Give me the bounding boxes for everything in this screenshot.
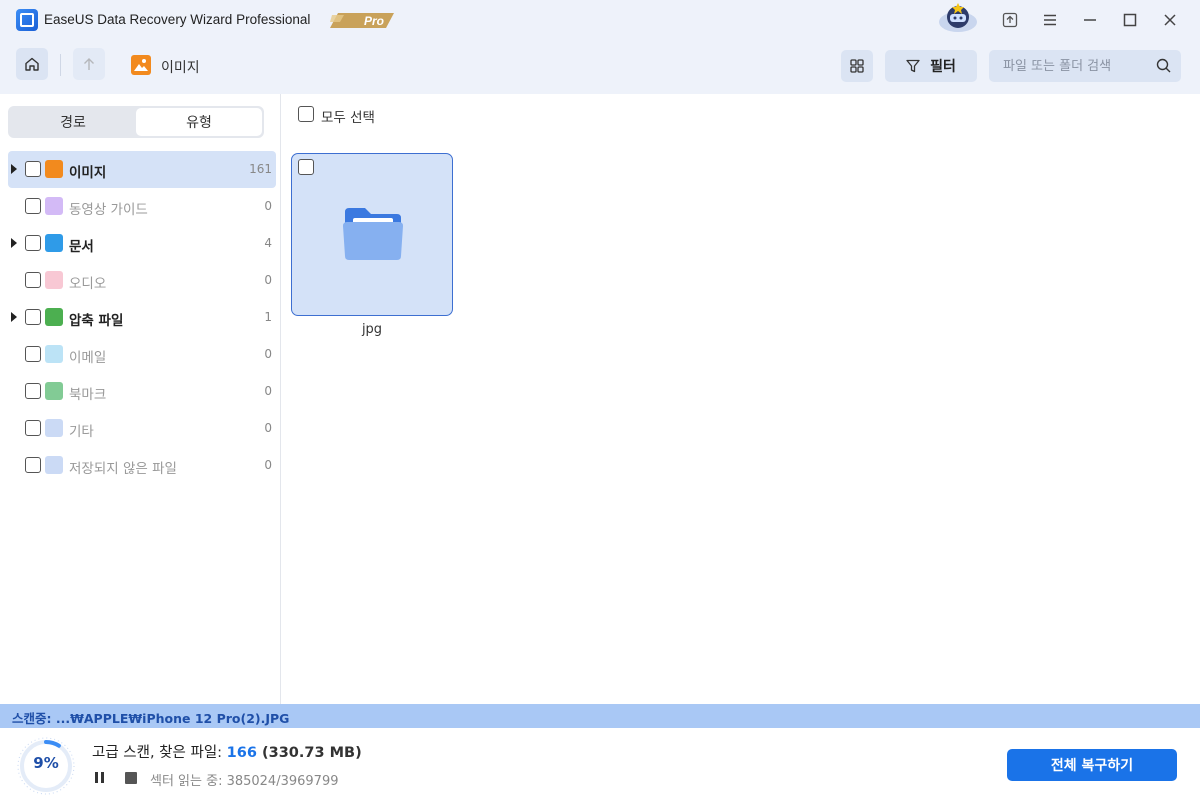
tree-item[interactable]: 동영상 가이드 0 <box>8 188 276 225</box>
tree-item-checkbox[interactable] <box>25 235 41 251</box>
recover-all-button[interactable]: 전체 복구하기 <box>1007 749 1177 781</box>
tree-item-count: 161 <box>249 162 272 176</box>
found-size: (330.73 MB) <box>256 745 362 761</box>
search-input[interactable] <box>989 50 1149 82</box>
unsaved-file-icon <box>45 456 63 474</box>
select-all-checkbox[interactable] <box>298 106 314 122</box>
tree-item-label: 오디오 <box>69 276 107 292</box>
tree-item-checkbox[interactable] <box>25 420 41 436</box>
assistant-robot-icon[interactable] <box>936 2 980 36</box>
tree-item[interactable]: 북마크 0 <box>8 373 276 410</box>
tree-item[interactable]: 압축 파일 1 <box>8 299 276 336</box>
bottom-status-bar: 9% 고급 스캔, 찾은 파일: 166 (330.73 MB) 섹터 읽는 중… <box>0 728 1200 797</box>
tree-item-checkbox[interactable] <box>25 457 41 473</box>
folder-icon <box>343 208 403 260</box>
tab-type[interactable]: 유형 <box>136 108 262 136</box>
home-icon <box>25 57 39 71</box>
tree-item-checkbox[interactable] <box>25 198 41 214</box>
tree-item[interactable]: 이메일 0 <box>8 336 276 373</box>
scan-status: 고급 스캔, 찾은 파일: 166 (330.73 MB) <box>92 741 362 762</box>
tree-item-count: 0 <box>264 421 272 435</box>
tree-item-label: 이미지 <box>69 165 107 181</box>
filter-icon <box>906 59 920 73</box>
tree-item-count: 0 <box>264 273 272 287</box>
audio-icon <box>45 271 63 289</box>
sector-progress: 섹터 읽는 중: 385024/3969799 <box>150 774 339 789</box>
view-mode-tabs: 경로 유형 <box>8 106 264 138</box>
tree-item-count: 4 <box>264 236 272 250</box>
tree-item[interactable]: 오디오 0 <box>8 262 276 299</box>
folder-tile[interactable] <box>291 153 453 316</box>
tree-item-checkbox[interactable] <box>25 272 41 288</box>
file-type-tree: 이미지 161 동영상 가이드 0 문서 4 오디오 0 압축 파일 1 이메일 0 북마크 0 기타 0 저장… <box>8 151 276 484</box>
up-button[interactable] <box>73 48 105 80</box>
filter-label: 필터 <box>930 59 956 75</box>
expand-arrow-icon[interactable] <box>11 238 17 248</box>
tree-item[interactable]: 이미지 161 <box>8 151 276 188</box>
tree-item-checkbox[interactable] <box>25 161 41 177</box>
upload-icon[interactable] <box>998 8 1022 32</box>
minimize-icon[interactable] <box>1078 8 1102 32</box>
pro-badge-label: Pro <box>364 14 384 28</box>
toolbar: 이미지 필터 <box>0 40 1200 94</box>
document-icon <box>45 234 63 252</box>
email-icon <box>45 345 63 363</box>
file-view: 모두 선택 jpg <box>282 94 1200 704</box>
folder-name[interactable]: jpg <box>291 322 453 337</box>
tree-item-label: 이메일 <box>69 350 107 366</box>
maximize-icon[interactable] <box>1118 8 1142 32</box>
home-button[interactable] <box>16 48 48 80</box>
left-panel: 경로 유형 이미지 161 동영상 가이드 0 문서 4 오디오 0 압축 파일 1 이메일 0 북마크… <box>0 94 281 704</box>
scan-path-bar: 스캔중: ...₩APPLE₩iPhone 12 Pro(2).JPG <box>0 704 1200 728</box>
pro-badge: Pro <box>330 11 394 29</box>
tree-item-count: 0 <box>264 347 272 361</box>
tree-item-label: 기타 <box>69 424 94 440</box>
expand-arrow-icon[interactable] <box>11 164 17 174</box>
tree-item-label: 동영상 가이드 <box>69 202 148 218</box>
tree-item-label: 문서 <box>69 239 94 255</box>
select-all-label[interactable]: 모두 선택 <box>321 106 375 126</box>
tree-item-count: 1 <box>264 310 272 324</box>
arrow-up-icon <box>84 58 94 70</box>
tree-item-checkbox[interactable] <box>25 346 41 362</box>
tree-item-count: 0 <box>264 199 272 213</box>
grid-view-button[interactable] <box>841 50 873 82</box>
other-icon <box>45 419 63 437</box>
tree-item-label: 압축 파일 <box>69 313 124 329</box>
pause-button[interactable] <box>95 772 109 784</box>
breadcrumb-label[interactable]: 이미지 <box>161 57 200 77</box>
tree-item-count: 0 <box>264 384 272 398</box>
tab-path[interactable]: 경로 <box>10 108 136 136</box>
app-logo-icon <box>16 9 38 31</box>
filter-button[interactable]: 필터 <box>885 50 977 82</box>
menu-icon[interactable] <box>1038 8 1062 32</box>
video-icon <box>45 197 63 215</box>
tree-item-label: 북마크 <box>69 387 107 403</box>
grid-icon <box>850 59 864 73</box>
image-icon <box>131 55 151 75</box>
archive-icon <box>45 308 63 326</box>
tree-item[interactable]: 문서 4 <box>8 225 276 262</box>
app-title: EaseUS Data Recovery Wizard Professional <box>44 12 311 27</box>
tree-item[interactable]: 저장되지 않은 파일 0 <box>8 447 276 484</box>
bookmark-icon <box>45 382 63 400</box>
stop-button[interactable] <box>125 772 137 784</box>
title-bar: EaseUS Data Recovery Wizard Professional… <box>0 0 1200 40</box>
tree-item-count: 0 <box>264 458 272 472</box>
scan-current-path: 스캔중: ...₩APPLE₩iPhone 12 Pro(2).JPG <box>12 711 290 726</box>
tree-item[interactable]: 기타 0 <box>8 410 276 447</box>
scan-status-prefix: 고급 스캔, 찾은 파일: <box>92 745 227 761</box>
found-count: 166 <box>226 745 257 761</box>
close-icon[interactable] <box>1158 8 1182 32</box>
toolbar-divider <box>60 54 61 76</box>
search-icon[interactable] <box>1156 58 1171 73</box>
tree-item-label: 저장되지 않은 파일 <box>69 461 177 477</box>
expand-arrow-icon[interactable] <box>11 312 17 322</box>
folder-checkbox[interactable] <box>298 159 314 175</box>
image-icon <box>45 160 63 178</box>
search-box <box>989 50 1181 82</box>
scan-percent: 9% <box>33 754 59 772</box>
tree-item-checkbox[interactable] <box>25 383 41 399</box>
tree-item-checkbox[interactable] <box>25 309 41 325</box>
